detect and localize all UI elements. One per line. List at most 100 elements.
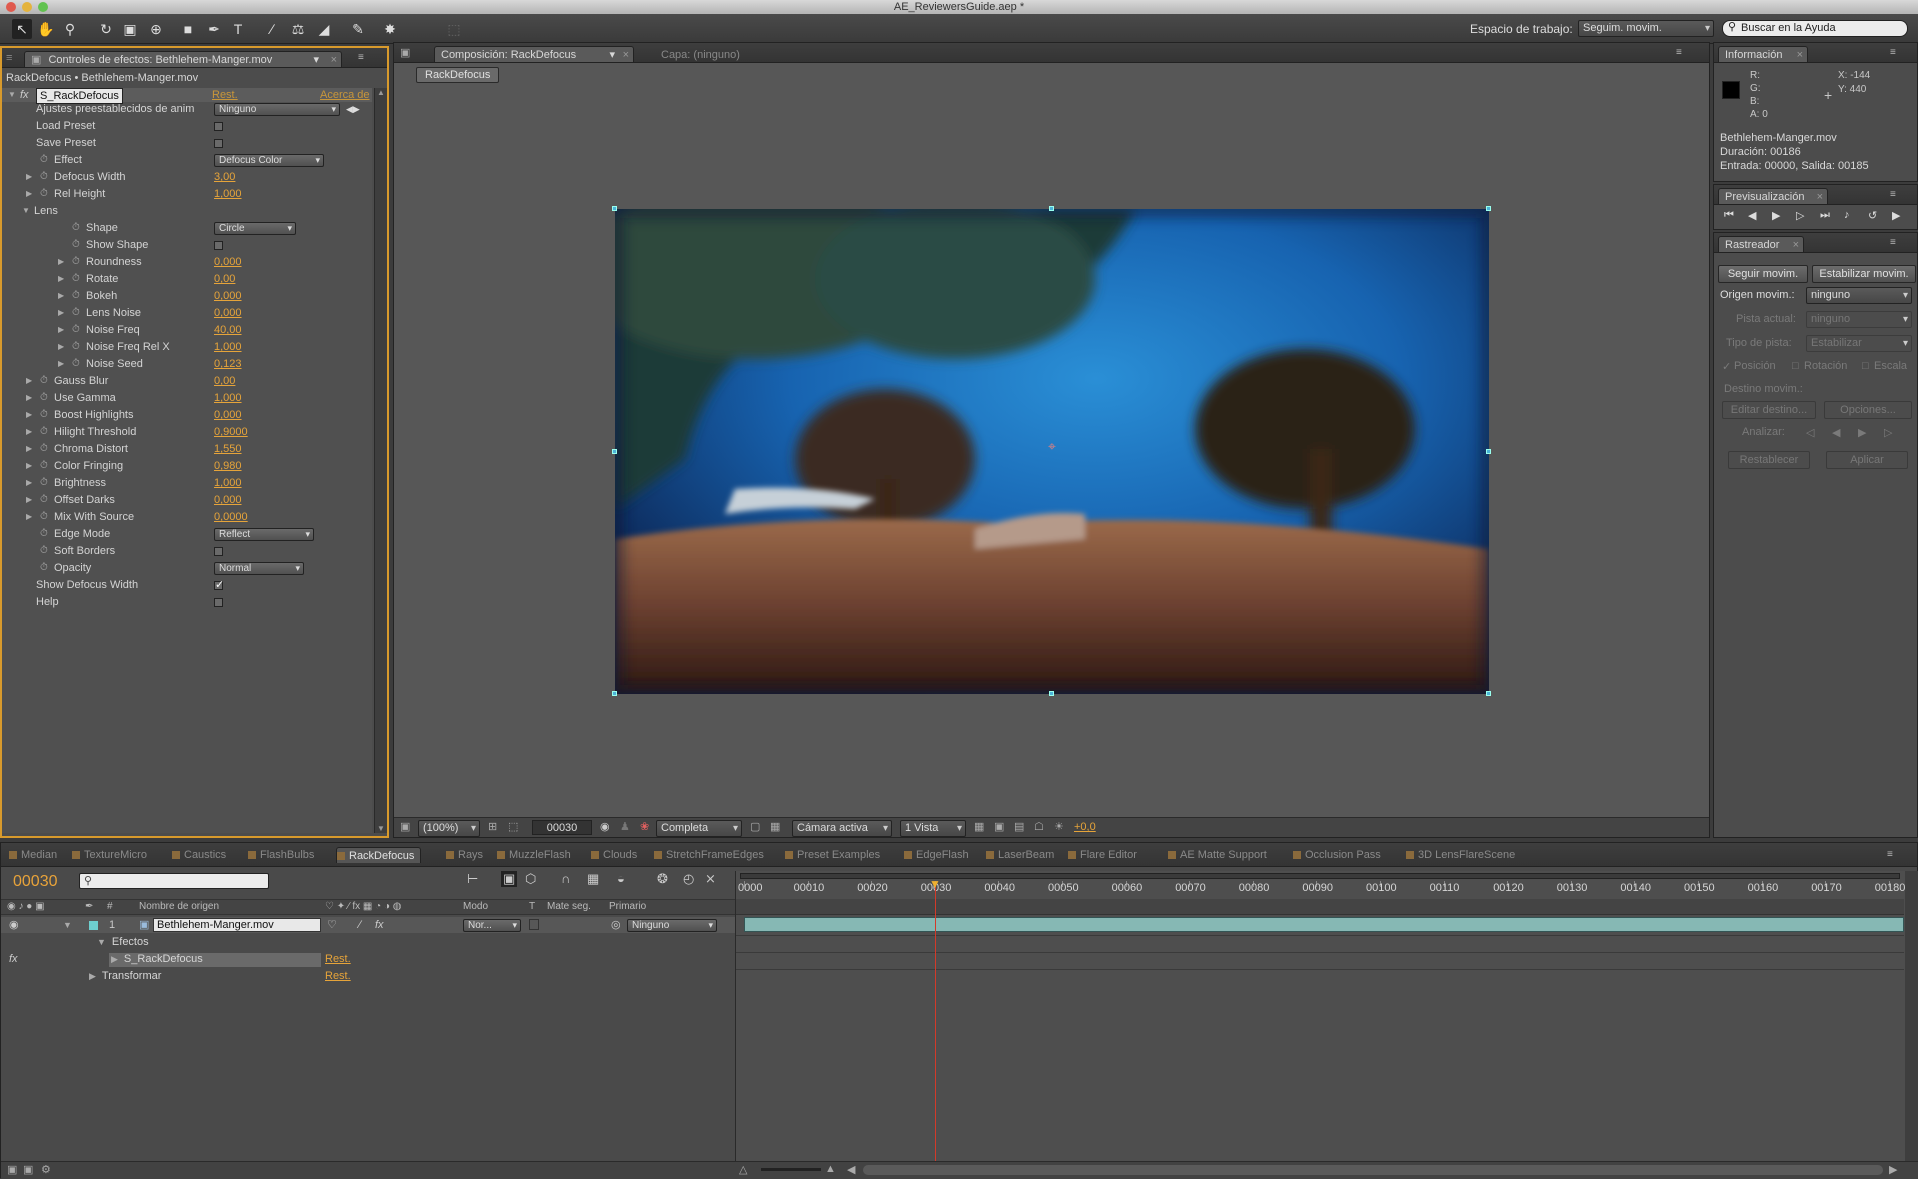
effect-param-row[interactable]: ▶ ⏱ Noise Freq 40,00 [2, 323, 372, 337]
effects-group-row[interactable]: ▼ Efectos [97, 936, 149, 948]
panel-grip-icon[interactable]: ≡ [6, 52, 12, 64]
camera-orbit-icon[interactable]: ▣ [120, 19, 140, 39]
current-time-indicator[interactable] [935, 883, 936, 1161]
selection-tool-icon[interactable]: ↖ [12, 19, 32, 39]
stopwatch-icon[interactable]: ⏱ [72, 323, 80, 337]
effect-param-row[interactable]: ▶ ⏱ Boost Highlights 0,000 [2, 408, 372, 422]
stopwatch-icon[interactable]: ⏱ [40, 476, 48, 490]
close-icon[interactable]: × [1797, 47, 1803, 63]
param-value[interactable]: 0,000 [214, 408, 242, 422]
tab-comp-median[interactable]: Median [9, 847, 57, 863]
panel-menu-icon[interactable]: ≡ [1890, 47, 1896, 58]
scroll-down-icon[interactable]: ▼ [377, 824, 385, 833]
first-frame-icon[interactable]: ⏮ [1724, 209, 1734, 222]
comp-mini-flowchart-icon[interactable]: ⊢ [467, 871, 478, 887]
expand-effect-triangle-icon[interactable]: ▶ [111, 954, 118, 964]
current-time-field[interactable]: 00030 [532, 820, 592, 835]
stopwatch-icon[interactable]: ⏱ [40, 374, 48, 388]
work-area-bar[interactable] [740, 873, 1900, 879]
effect-param-row[interactable]: ▶ ⏱ Color Fringing 0,980 [2, 459, 372, 473]
auto-keyframe-icon[interactable]: ◴ [683, 871, 694, 887]
analyze-back-one-icon[interactable]: ◁ [1806, 426, 1814, 439]
param-value[interactable]: 0,000 [214, 306, 242, 320]
scale-checkbox[interactable]: □ [1862, 360, 1869, 372]
bounding-handle-middle-right[interactable] [1486, 449, 1491, 454]
graph-editor-icon[interactable]: ⨯ [705, 871, 716, 887]
analyze-backward-icon[interactable]: ◀ [1832, 426, 1840, 439]
audio-icon[interactable]: ♪ [1844, 209, 1850, 221]
expand-param-triangle-icon[interactable]: ▶ [58, 255, 64, 269]
layer-switches-toggle-icon[interactable]: ▣ [7, 1163, 17, 1176]
effect-param-row[interactable]: ⏱ Soft Borders [2, 544, 372, 558]
effect-param-row[interactable]: ▶ ⏱ Brightness 1,000 [2, 476, 372, 490]
position-checkbox[interactable]: ✓ [1722, 360, 1731, 373]
next-frame-icon[interactable]: ▷ [1796, 209, 1804, 222]
expand-group-triangle-icon[interactable]: ▼ [22, 204, 30, 218]
transform-reset-link[interactable]: Rest. [325, 970, 351, 982]
layer-label-color[interactable] [89, 921, 98, 930]
rectangle-tool-icon[interactable]: ■ [178, 19, 198, 39]
stopwatch-icon[interactable]: ⏱ [40, 459, 48, 473]
tab-comp-ae-matte-support[interactable]: AE Matte Support [1168, 847, 1267, 863]
workspace-dropdown[interactable]: Seguim. movim. [1578, 20, 1714, 37]
help-search-input[interactable]: ⚲ Buscar en la Ayuda [1722, 20, 1908, 37]
effect-param-row[interactable]: ▶ ⏱ Rotate 0,00 [2, 272, 372, 286]
reset-button[interactable]: Restablecer [1728, 451, 1810, 469]
effect-item-row[interactable]: ▶ S_RackDefocus [109, 953, 321, 967]
effect-param-row[interactable]: ▶ ⏱ Hilight Threshold 0,9000 [2, 425, 372, 439]
tab-comp-rackdefocus[interactable]: RackDefocus [336, 847, 422, 863]
column-source-name[interactable]: Nombre de origen [139, 900, 219, 914]
effect-param-row[interactable]: ▶ ⏱ Lens Noise 0,000 [2, 306, 372, 320]
param-dropdown[interactable]: Normal [214, 562, 304, 575]
column-parent[interactable]: Primario [609, 900, 646, 914]
chevron-down-icon[interactable]: ▾ [313, 52, 319, 68]
tab-comp-texturemicro[interactable]: TextureMicro [72, 847, 147, 863]
rotation-checkbox[interactable]: □ [1792, 360, 1799, 372]
zoom-window-button[interactable] [38, 2, 48, 12]
stopwatch-icon[interactable]: ⏱ [72, 357, 80, 371]
anchor-point-icon[interactable]: ⌖ [1045, 438, 1059, 458]
current-track-dropdown[interactable]: ninguno [1806, 311, 1912, 328]
effect-param-row[interactable]: Load Preset [2, 119, 372, 133]
effect-controls-scrollbar[interactable]: ▲ ▼ [374, 88, 387, 833]
effect-param-row[interactable]: ⏱ Opacity Normal [2, 561, 372, 575]
effect-param-row[interactable]: ⏱ Shape Circle [2, 221, 372, 235]
previous-frame-icon[interactable]: ◀ [1748, 209, 1756, 222]
stopwatch-icon[interactable]: ⏱ [72, 306, 80, 320]
close-icon[interactable]: × [1793, 237, 1799, 253]
puppet-pin-icon[interactable]: ✸ [380, 19, 400, 39]
tab-comp-clouds[interactable]: Clouds [591, 847, 637, 863]
effects-switch-icon[interactable]: fx [375, 917, 384, 933]
expand-param-triangle-icon[interactable]: ▶ [58, 323, 64, 337]
axis-mode-icon[interactable]: ⬚ [444, 19, 464, 39]
close-icon[interactable]: × [331, 52, 337, 68]
roto-brush-icon[interactable]: ✎ [348, 19, 368, 39]
param-checkbox[interactable] [214, 598, 223, 607]
stabilize-motion-button[interactable]: Estabilizar movim. [1812, 265, 1916, 283]
tab-tracker[interactable]: Rastreador × [1718, 236, 1804, 252]
effect-param-row[interactable]: ▶ ⏱ Bokeh 0,000 [2, 289, 372, 303]
param-dropdown[interactable]: Circle [214, 222, 296, 235]
stopwatch-icon[interactable]: ⏱ [40, 170, 48, 184]
ram-preview-icon[interactable]: ▶ [1892, 209, 1900, 222]
panel-menu-icon[interactable]: ≡ [1676, 47, 1682, 58]
panel-menu-icon[interactable]: ≡ [1890, 189, 1896, 200]
column-mode[interactable]: Modo [463, 900, 488, 914]
expand-param-triangle-icon[interactable]: ▶ [26, 187, 32, 201]
stopwatch-icon[interactable]: ⏱ [72, 238, 80, 252]
loop-icon[interactable]: ↺ [1868, 209, 1877, 222]
param-dropdown[interactable]: Defocus Color [214, 154, 324, 167]
stopwatch-icon[interactable]: ⏱ [72, 289, 80, 303]
pen-tool-icon[interactable]: ✒ [204, 19, 224, 39]
timeline-hscrollbar[interactable] [863, 1165, 1883, 1175]
param-checkbox[interactable] [214, 139, 223, 148]
playhead-icon[interactable]: ▼ [929, 878, 942, 890]
comp-name-chip[interactable]: RackDefocus [416, 67, 500, 83]
expand-param-triangle-icon[interactable]: ▶ [26, 493, 32, 507]
layer-duration-bar[interactable] [744, 917, 1904, 932]
shy-layers-icon[interactable]: ∩ [561, 871, 570, 886]
stopwatch-icon[interactable]: ⏱ [72, 272, 80, 286]
zoom-out-icon[interactable]: △ [739, 1163, 747, 1176]
quality-switch-icon[interactable]: ∕ [359, 917, 361, 933]
fast-previews-icon[interactable]: ▣ [994, 820, 1004, 833]
